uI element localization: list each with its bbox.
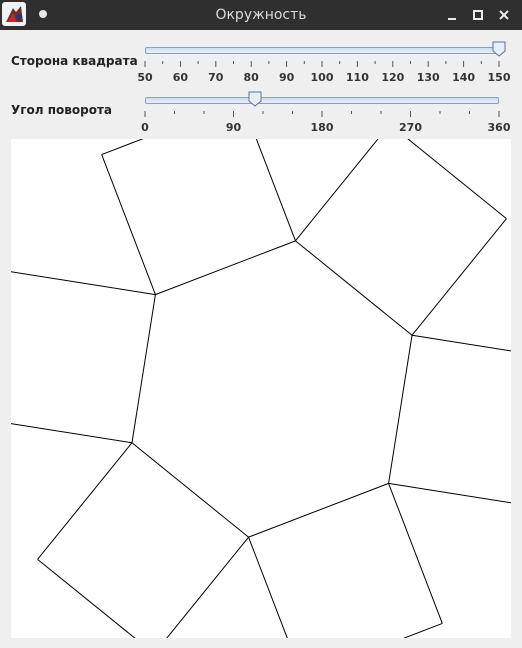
tick-label: 110 [345,71,369,84]
square-edge [37,442,133,560]
minimize-icon[interactable] [442,5,462,25]
square-edge [248,536,288,638]
square-edge [411,218,507,336]
hexagon-edge [131,442,249,538]
square-edge [295,139,379,242]
square-edge [11,271,156,296]
square-edge [37,558,136,638]
hexagon-edge [248,482,389,538]
hexagon-edge [155,240,296,296]
side-length-label: Сторона квадрата [11,54,138,68]
rotation-angle-label: Угол поворота [11,103,112,117]
close-icon[interactable] [494,5,514,25]
tick-label: 120 [381,71,405,84]
tick-label: 360 [487,121,511,134]
square-edge [11,423,133,444]
tick-label: 100 [310,71,334,84]
tick-label: 130 [416,71,440,84]
square-edge [388,483,443,624]
slider-ticks [144,111,500,117]
tick-label: 50 [137,71,153,84]
slider-thumb[interactable] [492,41,506,57]
slider-thumb[interactable] [248,91,262,107]
maximize-icon[interactable] [468,5,488,25]
tick-label: 0 [141,121,149,134]
title-bar: Окружность [0,0,522,30]
square-edge [388,482,511,504]
tick-label: 90 [225,121,242,134]
square-edge [101,154,156,295]
square-edge [255,139,296,242]
tick-label: 80 [243,71,259,84]
tick-label: 90 [278,71,295,84]
square-edge [407,139,507,220]
hexagon-edge [295,240,413,336]
square-edge [166,536,249,638]
hexagon-edge [131,294,156,443]
tick-label: 140 [452,71,476,84]
slider-ticks [144,61,500,67]
square-edge [101,139,144,156]
tick-label: 270 [399,121,422,134]
square-edge [402,622,443,638]
slider-track[interactable] [145,97,499,104]
slider-track[interactable] [145,47,499,54]
tick-label: 60 [172,71,189,84]
hexagon-edge [388,335,413,484]
side-length-slider[interactable]: 50 60 70 80 90 100 110 120 130 140 150 [137,39,512,89]
drawing-canvas [11,139,511,638]
square-edge [411,334,511,352]
tick-label: 150 [487,71,511,84]
tick-label: 70 [208,71,224,84]
rotation-angle-slider[interactable]: 0 90 180 270 360 [138,89,512,139]
tick-label: 180 [310,121,334,134]
